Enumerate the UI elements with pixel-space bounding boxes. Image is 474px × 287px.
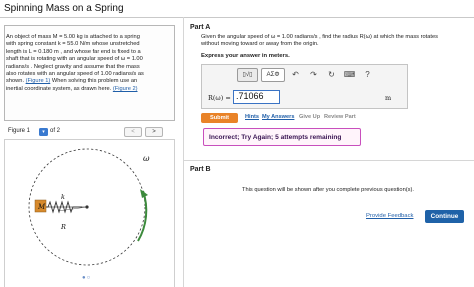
spring-label: k	[61, 193, 65, 201]
feedback-message: Incorrect; Try Again; 5 attempts remaini…	[209, 134, 342, 141]
part-divider	[184, 160, 474, 161]
arrowhead-icon	[140, 189, 148, 198]
answer-label: R(ω) =	[208, 94, 231, 102]
figure-selector[interactable]: ▾	[39, 128, 48, 136]
figure-count: of 2	[50, 128, 61, 134]
answer-input[interactable]: .71066	[233, 90, 280, 104]
problem-text-fragment: When solving this problem use an	[50, 78, 138, 85]
continue-button[interactable]: Continue	[425, 210, 464, 223]
problem-line: An object of mass M = 5.00 kg is attache…	[6, 34, 140, 40]
question-line: without moving toward or away from the o…	[201, 41, 319, 48]
help-icon[interactable]: ?	[360, 68, 375, 82]
part-a-heading: Part A	[190, 24, 211, 31]
my-answers-link[interactable]: My Answers	[262, 114, 294, 120]
undo-icon[interactable]: ↶	[288, 68, 303, 82]
spinning-mass-figure: M k R ω	[28, 148, 150, 266]
figure-prev-button[interactable]: <	[124, 127, 142, 137]
problem-text: An object of mass M = 5.00 kg is attache…	[6, 34, 168, 93]
symbols-button[interactable]: ΑΣΦ	[261, 67, 285, 82]
shaft-pivot	[85, 205, 89, 209]
hints-link[interactable]: Hints	[245, 114, 259, 120]
problem-text-fragment: shown.	[6, 78, 26, 85]
rotation-arrow-icon	[137, 190, 148, 242]
part-a-question: Given the angular speed of ω = 1.00 radi…	[201, 34, 469, 49]
omega-label: ω	[143, 154, 150, 163]
figure-next-button[interactable]: >	[145, 127, 163, 137]
submit-button[interactable]: Submit	[201, 113, 238, 123]
figure-label: Figure 1	[8, 128, 31, 134]
title-divider	[0, 17, 474, 18]
answer-unit: m	[385, 94, 392, 102]
chevron-down-icon: ▾	[42, 129, 45, 135]
keyboard-icon[interactable]: ⌨	[342, 68, 357, 82]
column-divider	[183, 17, 184, 287]
figure-2-link[interactable]: (Figure 2)	[113, 86, 138, 92]
part-b-heading: Part B	[190, 166, 211, 173]
math-template-button[interactable]: ▯√▯	[237, 67, 258, 82]
reset-icon[interactable]: ↻	[324, 68, 339, 82]
part-a-instruction: Express your answer in meters.	[201, 53, 290, 59]
question-line: Given the angular speed of ω = 1.00 radi…	[201, 34, 438, 40]
page-title: Spinning Mass on a Spring	[4, 3, 124, 14]
problem-line: inertial coordinate system, as drawn her…	[6, 86, 168, 93]
problem-line: also rotates with an angular speed of 1.…	[6, 71, 144, 78]
mass-label: M	[37, 203, 46, 211]
figure-pagination-dots[interactable]: ●○	[82, 275, 91, 281]
radius-label: R	[60, 223, 66, 231]
problem-text-fragment: inertial coordinate system, as drawn her…	[6, 85, 113, 92]
redo-icon[interactable]: ↷	[306, 68, 321, 82]
part-b-locked-note: This question will be shown after you co…	[242, 187, 414, 193]
math-toolbar: ▯√▯ ΑΣΦ ↶ ↷ ↻ ⌨ ?	[237, 66, 375, 83]
figure-1-link[interactable]: (Figure 1)	[26, 78, 51, 84]
problem-line: radians/s . Neglect gravity and assume t…	[6, 63, 140, 70]
give-up-link[interactable]: Give Up	[299, 114, 320, 120]
problem-line: length is L = 0.180 m , and whose far en…	[6, 48, 141, 55]
review-part-link[interactable]: Review Part	[324, 114, 356, 120]
problem-line: shown. (Figure 1) When solving this prob…	[6, 78, 168, 85]
problem-line: shaft that is rotating with an angular s…	[6, 56, 143, 63]
problem-line: with spring constant k = 55.0 N/m whose …	[6, 41, 140, 48]
provide-feedback-link[interactable]: Provide Feedback	[366, 213, 413, 219]
